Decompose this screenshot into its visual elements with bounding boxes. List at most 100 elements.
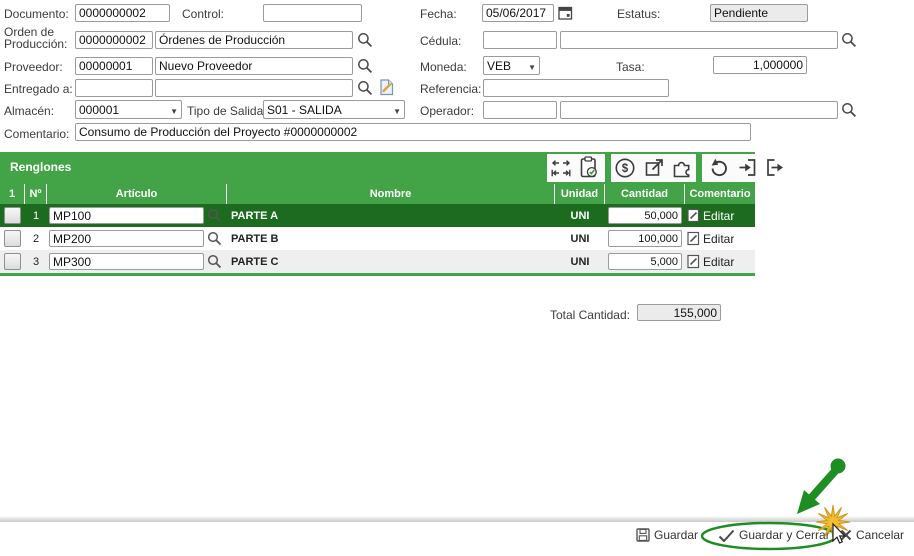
estatus-label: Estatus: xyxy=(617,7,661,21)
tasa-input[interactable] xyxy=(713,56,807,74)
comentario-label: Comentario: xyxy=(4,127,70,141)
control-input[interactable] xyxy=(263,4,362,22)
chevron-down-icon xyxy=(166,103,178,117)
cedula-code-input[interactable] xyxy=(483,31,557,49)
proveedor-code-input[interactable] xyxy=(75,57,153,75)
search-icon[interactable] xyxy=(357,58,373,74)
nav-arrows-icon[interactable] xyxy=(549,158,574,179)
search-icon[interactable] xyxy=(207,208,222,223)
chevron-down-icon xyxy=(389,103,401,117)
calendar-icon[interactable] xyxy=(558,5,573,20)
save-icon xyxy=(636,528,650,542)
cedula-label: Cédula: xyxy=(420,34,462,48)
edit-note-icon[interactable] xyxy=(687,208,700,223)
tipo-salida-label: Tipo de Salida: xyxy=(187,104,267,118)
cantidad-input[interactable] xyxy=(608,207,682,224)
articulo-input[interactable] xyxy=(49,230,204,247)
search-icon[interactable] xyxy=(207,231,222,246)
search-icon[interactable] xyxy=(207,254,222,269)
documento-input[interactable] xyxy=(75,4,170,22)
search-icon[interactable] xyxy=(841,32,857,48)
moneda-value: VEB xyxy=(487,58,512,73)
comentario-input[interactable] xyxy=(75,123,751,141)
export-icon[interactable] xyxy=(765,157,787,178)
column-header-unidad: Unidad xyxy=(555,184,605,204)
row-number: 2 xyxy=(32,232,40,245)
row-number: 1 xyxy=(32,209,40,222)
almacen-select[interactable]: 000001 xyxy=(75,100,182,119)
referencia-label: Referencia: xyxy=(420,82,482,96)
guardar-button[interactable]: Guardar xyxy=(636,528,698,542)
row-number: 3 xyxy=(32,255,40,268)
proveedor-label: Proveedor: xyxy=(4,60,63,74)
entregado-code-input[interactable] xyxy=(75,79,153,97)
proveedor-name-input[interactable] xyxy=(155,57,353,75)
svg-text:$: $ xyxy=(622,163,629,175)
column-header-comentario: Comentario xyxy=(689,188,751,200)
cancelar-label: Cancelar xyxy=(856,528,905,542)
editar-link[interactable]: Editar xyxy=(703,209,734,223)
cancelar-button[interactable]: Cancelar xyxy=(840,528,904,542)
open-window-icon[interactable] xyxy=(644,157,665,178)
column-header-articulo: Artículo xyxy=(47,184,227,204)
plugin-icon[interactable] xyxy=(671,157,693,179)
row-select-button[interactable] xyxy=(4,207,21,224)
green-arrow xyxy=(797,458,846,514)
orden-label: Orden de Producción: xyxy=(4,25,68,51)
search-icon[interactable] xyxy=(357,32,373,48)
edit-document-icon[interactable] xyxy=(378,78,395,96)
moneda-label: Moneda: xyxy=(420,60,467,74)
entregado-label: Entregado a: xyxy=(4,82,73,96)
control-label: Control: xyxy=(182,7,225,21)
column-header-numero: Nº xyxy=(25,184,47,204)
documento-label: Documento: xyxy=(4,7,69,21)
entregado-name-input[interactable] xyxy=(155,79,353,97)
column-header-nombre: Nombre xyxy=(227,184,555,204)
search-icon[interactable] xyxy=(357,80,373,96)
total-cantidad-value xyxy=(637,304,721,321)
articulo-input[interactable] xyxy=(49,253,204,270)
fecha-input[interactable] xyxy=(482,4,554,22)
nombre-cell: PARTE A xyxy=(231,209,279,222)
refresh-icon[interactable] xyxy=(708,157,730,179)
unidad-cell: UNI xyxy=(570,209,590,222)
articulo-input[interactable] xyxy=(49,207,204,224)
operador-label: Operador: xyxy=(420,104,475,118)
import-icon[interactable] xyxy=(737,157,758,178)
search-icon[interactable] xyxy=(841,102,857,118)
column-header-select: 1 xyxy=(0,184,25,204)
editar-link[interactable]: Editar xyxy=(703,232,734,246)
document-form-page: Documento: Control: Fecha: Estatus: Orde… xyxy=(0,0,914,556)
check-icon xyxy=(718,529,735,542)
tipo-salida-value: S01 - SALIDA xyxy=(267,102,342,117)
fecha-label: Fecha: xyxy=(420,7,457,21)
almacen-label: Almacén: xyxy=(4,104,55,118)
orden-code-input[interactable] xyxy=(75,31,153,49)
row-select-button[interactable] xyxy=(4,253,21,270)
row-select-button[interactable] xyxy=(4,230,21,247)
referencia-input[interactable] xyxy=(483,79,669,97)
operador-name-input[interactable] xyxy=(560,101,838,119)
operador-code-input[interactable] xyxy=(483,101,557,119)
orden-name-input[interactable] xyxy=(155,31,353,49)
moneda-select[interactable]: VEB xyxy=(483,56,540,75)
tipo-salida-select[interactable]: S01 - SALIDA xyxy=(263,100,405,119)
editar-link[interactable]: Editar xyxy=(703,255,734,269)
cantidad-input[interactable] xyxy=(608,230,682,247)
edit-note-icon[interactable] xyxy=(687,231,700,246)
clipboard-check-icon[interactable] xyxy=(578,156,599,179)
cantidad-input[interactable] xyxy=(608,253,682,270)
guardar-label: Guardar xyxy=(654,528,699,542)
close-icon xyxy=(840,529,852,541)
edit-note-icon[interactable] xyxy=(687,254,700,269)
footer-separator xyxy=(0,516,914,522)
unidad-cell: UNI xyxy=(570,232,590,245)
guardar-y-cerrar-button[interactable]: Guardar y Cerrar xyxy=(718,528,830,542)
table-row: 3 PARTE C UNI Editar xyxy=(0,250,755,273)
nombre-cell: PARTE C xyxy=(231,255,279,268)
currency-icon[interactable]: $ xyxy=(614,157,636,179)
almacen-value: 000001 xyxy=(79,102,120,117)
nombre-cell: PARTE B xyxy=(231,232,279,245)
cedula-name-input[interactable] xyxy=(560,31,838,49)
unidad-cell: UNI xyxy=(570,255,590,268)
